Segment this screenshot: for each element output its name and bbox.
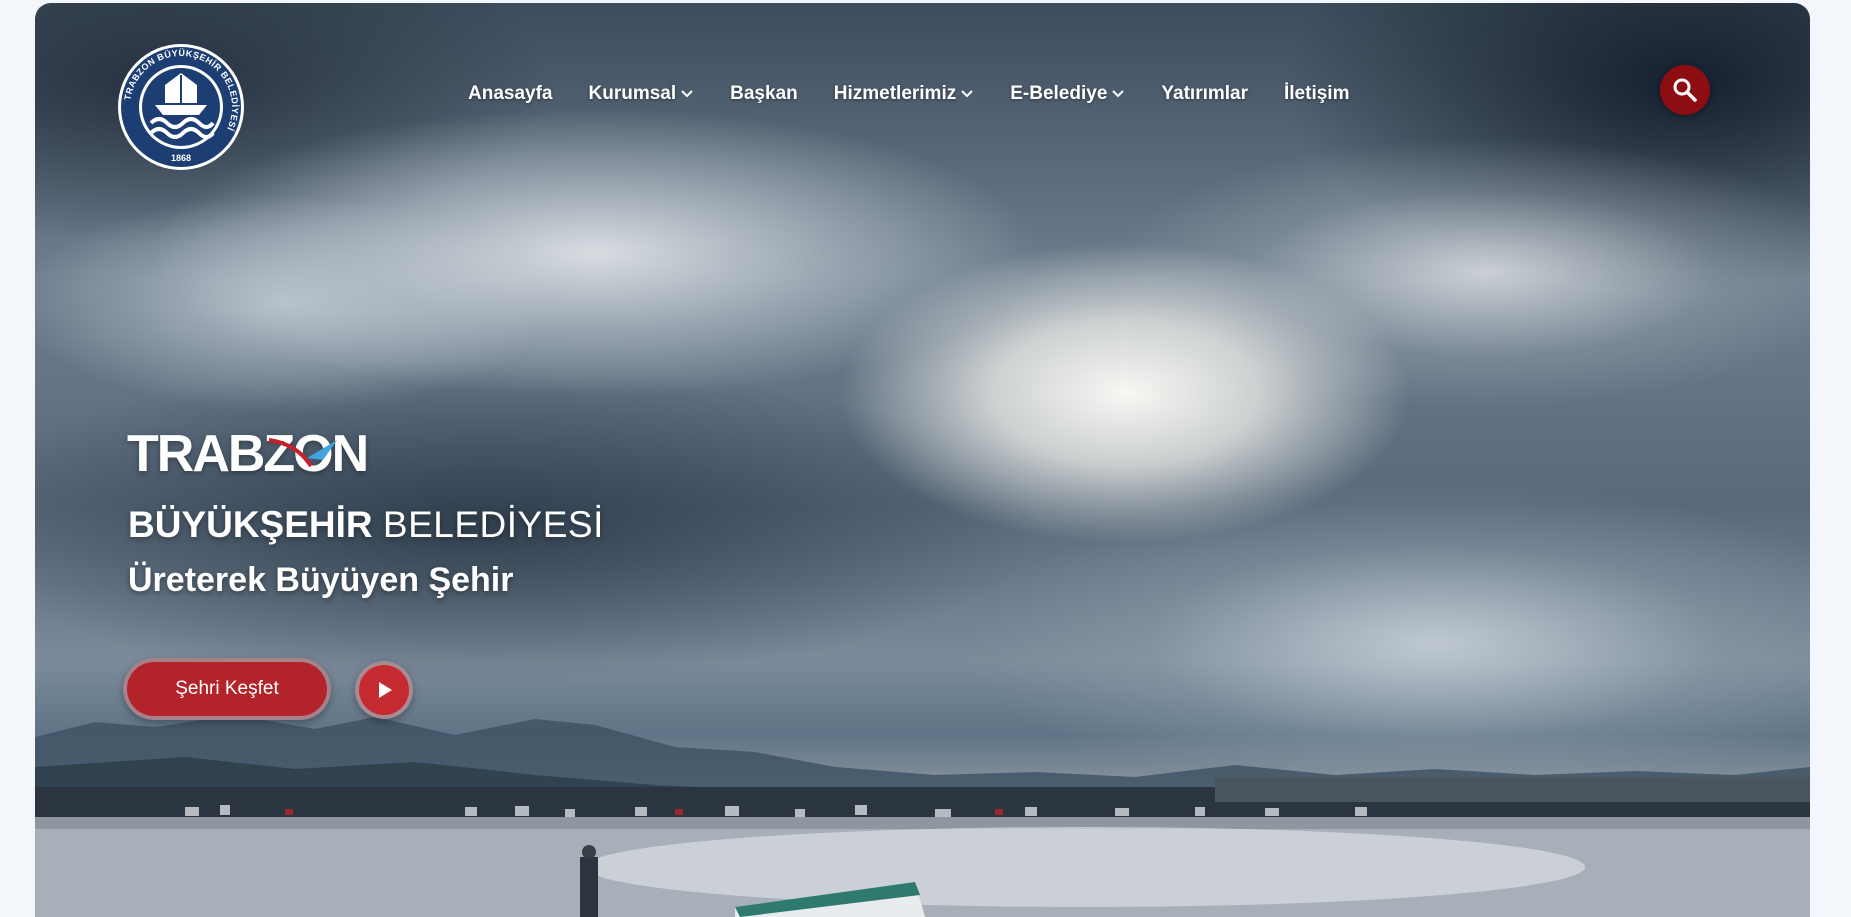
- nav-item-label: E-Belediye: [1010, 83, 1108, 104]
- main-nav-menu: Anasayfa Kurumsal Başkan Hizmetlerimiz E…: [450, 83, 1367, 105]
- explore-city-button-label: Şehri Keşfet: [175, 678, 279, 699]
- brand-subtitle: BÜYÜKŞEHİR BELEDİYESİ: [128, 506, 604, 543]
- nav-item-hizmetlerimiz[interactable]: Hizmetlerimiz: [816, 83, 992, 105]
- nav-item-label: Hizmetlerimiz: [833, 83, 957, 104]
- explore-city-button[interactable]: Şehri Keşfet: [123, 658, 331, 720]
- brand-subtitle-bold: BÜYÜKŞEHİR: [128, 504, 373, 545]
- brand-swoosh-icon: [268, 438, 337, 468]
- nav-item-label: Anasayfa: [468, 83, 553, 104]
- nav-item-e-belediye[interactable]: E-Belediye: [992, 83, 1143, 105]
- play-video-button[interactable]: [355, 661, 413, 719]
- search-icon: [1673, 78, 1697, 102]
- nav-item-kurumsal[interactable]: Kurumsal: [571, 83, 713, 105]
- nav-item-label: Kurumsal: [588, 83, 677, 104]
- hero-slogan: Üreterek Büyüyen Şehir: [128, 561, 514, 599]
- top-navbar: TRABZON BÜYÜKŞEHİR BELEDİYESİ 1868 Anasa…: [35, 3, 1810, 183]
- nav-item-anasayfa[interactable]: Anasayfa: [450, 83, 571, 105]
- nav-item-iletisim[interactable]: İletişim: [1266, 83, 1367, 105]
- chevron-down-icon: [961, 90, 973, 98]
- nav-item-label: İletişim: [1284, 83, 1350, 104]
- play-icon: [379, 682, 392, 698]
- brand-subtitle-light: BELEDİYESİ: [382, 504, 604, 545]
- hero-banner: TRABZON BÜYÜKŞEHİR BELEDİYESİ 1868 Anasa…: [35, 3, 1810, 917]
- nav-item-label: Yatırımlar: [1161, 83, 1248, 104]
- nav-item-baskan[interactable]: Başkan: [712, 83, 816, 105]
- logo-year: 1868: [171, 153, 191, 163]
- search-button[interactable]: [1660, 65, 1710, 115]
- chevron-down-icon: [1112, 90, 1125, 98]
- nav-item-yatirimlar[interactable]: Yatırımlar: [1143, 83, 1266, 105]
- nav-item-label: Başkan: [730, 83, 798, 104]
- chevron-down-icon: [681, 90, 693, 98]
- municipality-logo[interactable]: TRABZON BÜYÜKŞEHİR BELEDİYESİ 1868: [117, 43, 245, 171]
